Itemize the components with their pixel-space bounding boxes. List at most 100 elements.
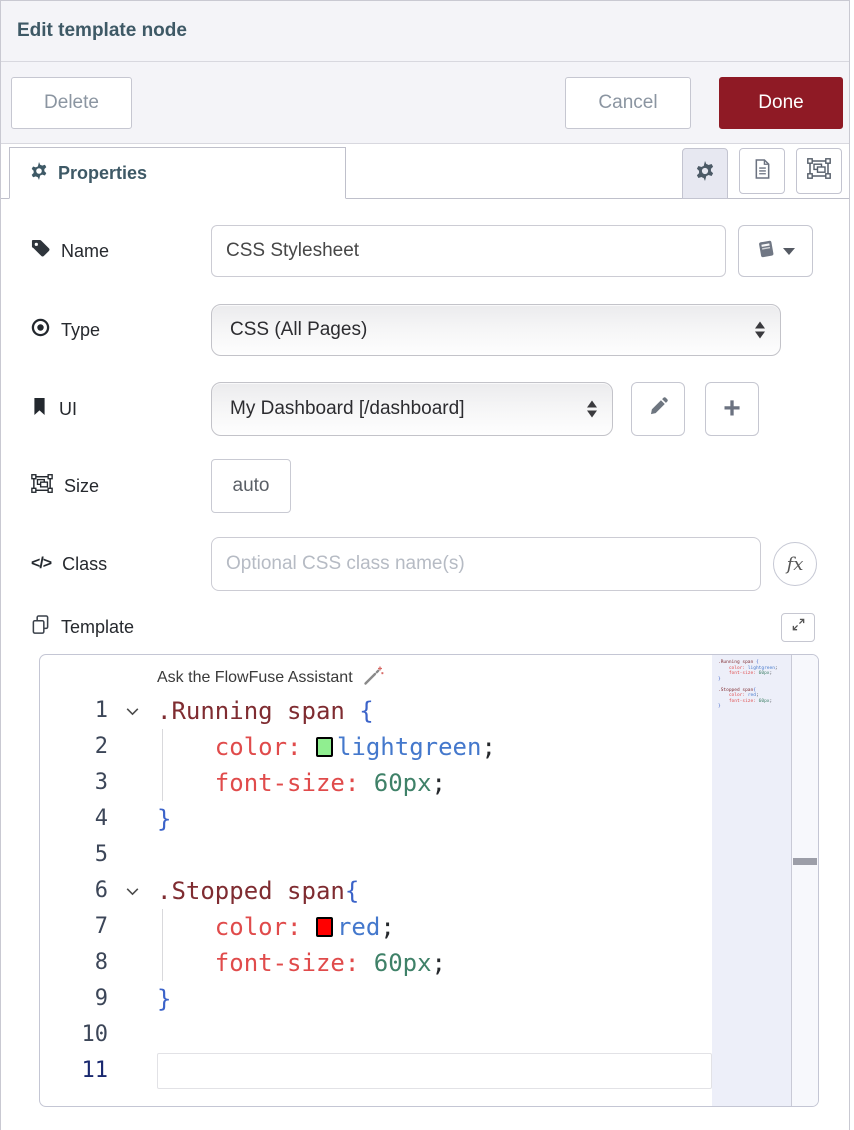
- dialog-title: Edit template node: [17, 20, 187, 42]
- minimap-line: [718, 715, 789, 721]
- class-row: </> Class fx: [1, 537, 849, 591]
- template-code-editor[interactable]: Ask the FlowFuse Assistant 1 .Running spa…: [39, 654, 819, 1107]
- editor-scrollbar[interactable]: [792, 655, 818, 1106]
- line-number: 10: [40, 1017, 108, 1053]
- color-swatch[interactable]: [316, 737, 333, 757]
- gear-icon: [695, 161, 715, 186]
- ui-select[interactable]: My Dashboard [/dashboard]: [211, 382, 613, 436]
- plus-icon: +: [723, 392, 741, 426]
- code-token: ;: [432, 949, 446, 977]
- code-token: ;: [481, 733, 495, 761]
- code-line-11[interactable]: 11: [40, 1053, 818, 1089]
- fold-column: [108, 729, 157, 765]
- code-line-1[interactable]: 1.Running span {: [40, 693, 818, 729]
- size-row: Size auto: [1, 459, 849, 513]
- code-lines: 1 .Running span {2 color: lightgreen;3 fo…: [40, 693, 818, 1089]
- line-number: 5: [40, 837, 108, 873]
- line-number: 3: [40, 765, 108, 801]
- ui-row: UI My Dashboard [/dashboard] +: [1, 382, 849, 436]
- minimap[interactable]: .Running span { color: lightgreen; font-…: [712, 655, 792, 1106]
- copy-icon: [31, 615, 50, 640]
- book-icon: [756, 239, 776, 264]
- line-number: 2: [40, 729, 108, 765]
- object-group-icon: [31, 474, 53, 498]
- properties-tab-button[interactable]: [682, 148, 728, 199]
- ui-select-value: My Dashboard [/dashboard]: [230, 398, 464, 420]
- code-token: [157, 949, 215, 977]
- code-line-3[interactable]: 3 font-size: 60px;: [40, 765, 818, 801]
- code-line-6[interactable]: 6.Stopped span{: [40, 873, 818, 909]
- code-line-2[interactable]: 2 color: lightgreen;: [40, 729, 818, 765]
- code-token: font-size: [215, 949, 345, 977]
- code-line-4[interactable]: 4}: [40, 801, 818, 837]
- code-token: [157, 913, 215, 941]
- code-token: .Running span: [157, 697, 359, 725]
- code-line-8[interactable]: 8 font-size: 60px;: [40, 945, 818, 981]
- code-token: font-size: [215, 769, 345, 797]
- line-number: 8: [40, 945, 108, 981]
- code-token: :: [287, 733, 316, 761]
- library-button[interactable]: [738, 225, 813, 277]
- type-select-value: CSS (All Pages): [230, 319, 367, 341]
- scrollbar-thumb[interactable]: [793, 858, 817, 865]
- assistant-hint[interactable]: Ask the FlowFuse Assistant: [40, 655, 818, 693]
- class-label: </> Class: [31, 554, 211, 575]
- tag-icon: [31, 239, 50, 263]
- size-label-text: Size: [64, 476, 99, 497]
- line-number: 1: [40, 693, 108, 729]
- class-label-text: Class: [62, 554, 107, 575]
- line-number: 4: [40, 801, 108, 837]
- fold-column: [108, 801, 157, 837]
- type-select[interactable]: CSS (All Pages): [211, 304, 781, 356]
- expand-icon: [791, 617, 806, 637]
- done-button[interactable]: Done: [719, 77, 843, 129]
- code-line-7[interactable]: 7 color: red;: [40, 909, 818, 945]
- editor-tab-row: Properties: [1, 144, 849, 199]
- fold-column: [108, 765, 157, 801]
- type-row: Type CSS (All Pages): [1, 304, 849, 356]
- code-token: .Stopped span: [157, 877, 345, 905]
- pencil-icon: [649, 397, 668, 421]
- name-input[interactable]: [211, 225, 726, 277]
- code-token: 60px: [374, 949, 432, 977]
- line-number: 7: [40, 909, 108, 945]
- chevron-down-icon: [783, 248, 795, 255]
- code-token: {: [345, 877, 359, 905]
- add-ui-button[interactable]: +: [705, 382, 759, 436]
- code-line-10[interactable]: 10: [40, 1017, 818, 1053]
- delete-button[interactable]: Delete: [11, 77, 132, 129]
- code-token: color: [215, 913, 287, 941]
- size-auto-button[interactable]: auto: [211, 459, 291, 513]
- fold-chevron-icon[interactable]: [108, 693, 157, 729]
- properties-form: Name Type CSS (All Pages): [1, 199, 849, 1107]
- color-swatch[interactable]: [316, 917, 333, 937]
- code-line-9[interactable]: 9}: [40, 981, 818, 1017]
- code-token: ;: [380, 913, 394, 941]
- edit-template-node-dialog: Edit template node Delete Cancel Done Pr…: [0, 0, 850, 1130]
- code-token: }: [157, 985, 171, 1013]
- code-token: :: [345, 949, 374, 977]
- fold-chevron-icon[interactable]: [108, 873, 157, 909]
- expand-editor-button[interactable]: [781, 613, 815, 642]
- code-token: red: [337, 913, 380, 941]
- appearance-tab-button[interactable]: [796, 148, 842, 194]
- size-label: Size: [31, 474, 211, 498]
- assistant-hint-text: Ask the FlowFuse Assistant: [157, 669, 353, 687]
- template-label-text: Template: [61, 617, 134, 638]
- fx-expression-button[interactable]: fx: [773, 542, 817, 586]
- type-label: Type: [31, 318, 211, 342]
- size-auto-value: auto: [233, 475, 270, 497]
- code-token: }: [157, 805, 171, 833]
- fold-column: [108, 1053, 157, 1089]
- code-line-5[interactable]: 5: [40, 837, 818, 873]
- code-token: :: [287, 913, 316, 941]
- edit-ui-button[interactable]: [631, 382, 685, 436]
- class-input[interactable]: [211, 537, 761, 591]
- cancel-button[interactable]: Cancel: [565, 77, 691, 129]
- description-tab-button[interactable]: [739, 148, 785, 194]
- template-row: Template: [1, 612, 849, 642]
- select-arrows-icon: [587, 401, 597, 418]
- fold-column: [108, 909, 157, 945]
- fold-column: [108, 945, 157, 981]
- tab-properties[interactable]: Properties: [9, 147, 346, 199]
